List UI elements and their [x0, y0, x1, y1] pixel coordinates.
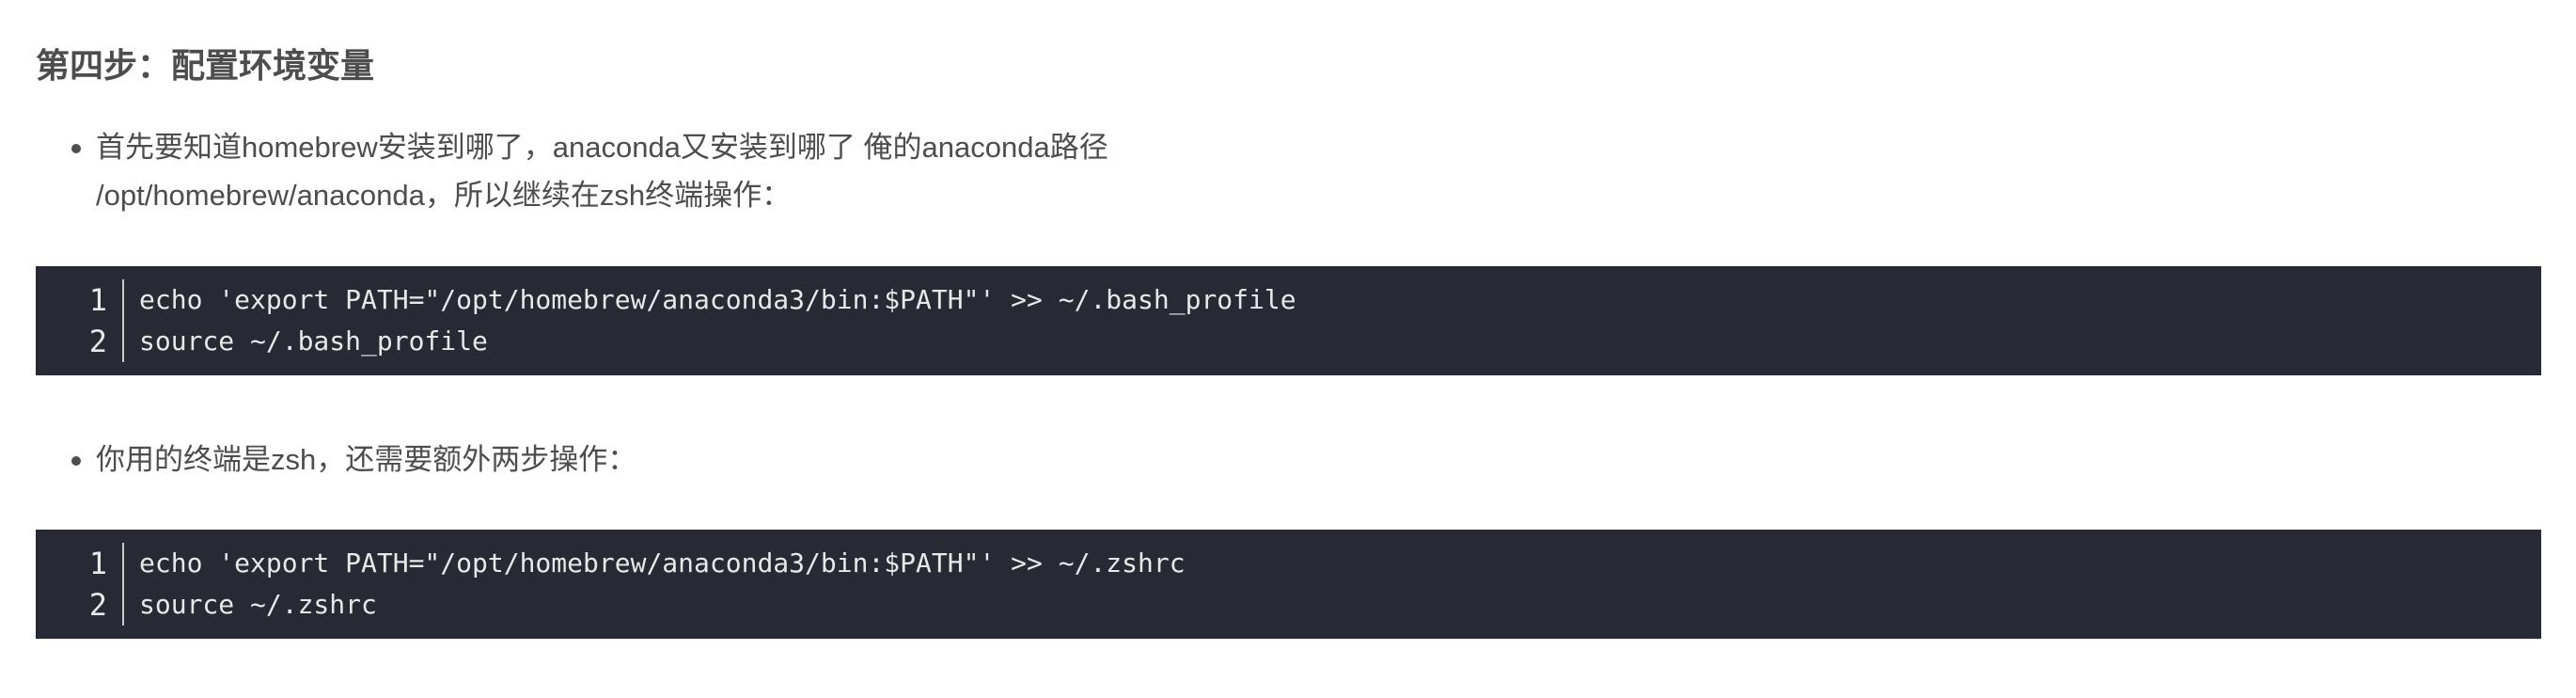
- bullet-dot-icon: [71, 144, 81, 153]
- list-item: 你用的终端是zsh，还需要额外两步操作：: [36, 436, 2541, 484]
- line-number: 1: [88, 282, 107, 318]
- section-heading: 第四步：配置环境变量: [36, 46, 375, 85]
- code-block-zshrc[interactable]: 1 2 echo 'export PATH="/opt/homebrew/ana…: [36, 530, 2541, 639]
- code-line[interactable]: echo 'export PATH="/opt/homebrew/anacond…: [139, 279, 1296, 321]
- code-line[interactable]: echo 'export PATH="/opt/homebrew/anacond…: [139, 543, 1186, 584]
- line-number-gutter: 1 2: [36, 279, 124, 362]
- line-number: 2: [88, 587, 107, 623]
- code-block-bash-profile[interactable]: 1 2 echo 'export PATH="/opt/homebrew/ana…: [36, 266, 2541, 375]
- code-lines[interactable]: echo 'export PATH="/opt/homebrew/anacond…: [124, 543, 1186, 626]
- code-line[interactable]: source ~/.bash_profile: [139, 321, 1296, 362]
- line-number-gutter: 1 2: [36, 543, 124, 626]
- bullet-list-2: 你用的终端是zsh，还需要额外两步操作：: [36, 436, 2541, 484]
- line-number: 2: [88, 324, 107, 359]
- bullet-dot-icon: [71, 456, 81, 466]
- list-item-line-1: 首先要知道homebrew安装到哪了，anaconda又安装到哪了 俺的anac…: [96, 131, 1108, 164]
- list-item-line-2: /opt/homebrew/anaconda，所以继续在zsh终端操作：: [96, 179, 792, 212]
- list-item-text: 你用的终端是zsh，还需要额外两步操作：: [96, 443, 637, 476]
- bullet-list-1: 首先要知道homebrew安装到哪了，anaconda又安装到哪了 俺的anac…: [36, 123, 2541, 219]
- code-lines[interactable]: echo 'export PATH="/opt/homebrew/anacond…: [124, 279, 1296, 362]
- line-number: 1: [88, 546, 107, 581]
- code-line[interactable]: source ~/.zshrc: [139, 584, 1186, 626]
- list-item: 首先要知道homebrew安装到哪了，anaconda又安装到哪了 俺的anac…: [36, 123, 2541, 219]
